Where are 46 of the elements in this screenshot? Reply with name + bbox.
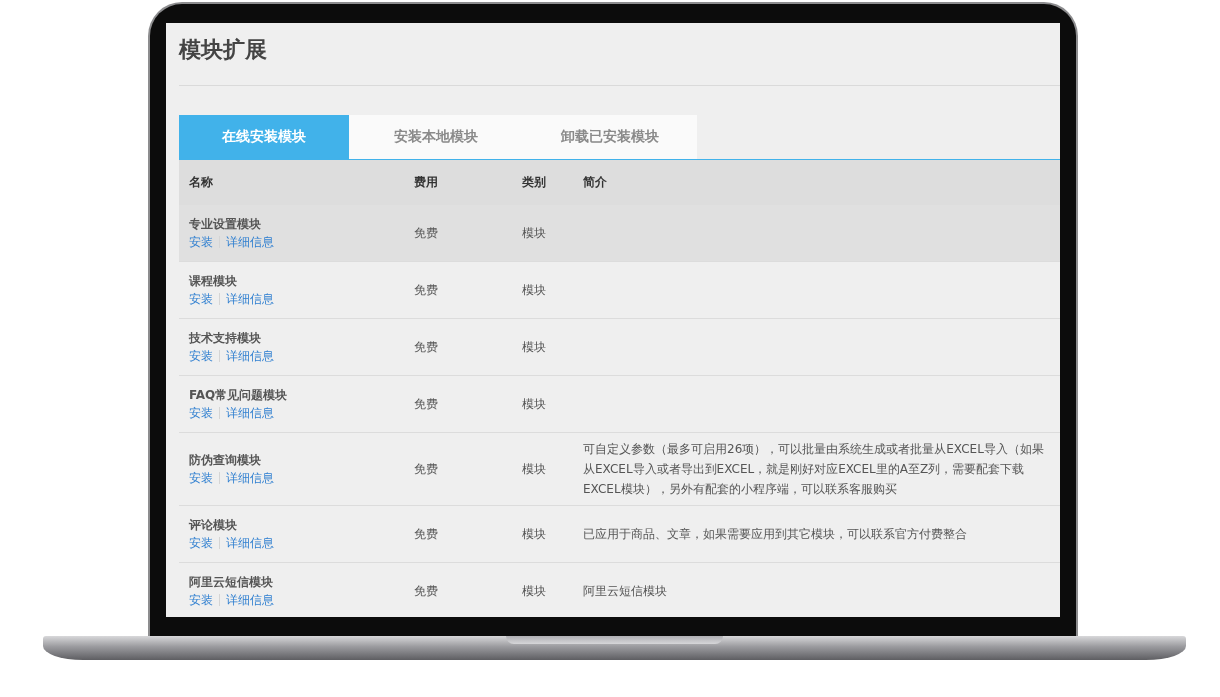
module-name: 技术支持模块	[189, 330, 262, 347]
action-link[interactable]: 安装	[189, 347, 213, 365]
column-header: 费用	[414, 174, 439, 191]
action-link[interactable]: 详细信息	[226, 347, 274, 365]
column-header: 简介	[583, 174, 608, 191]
action-link[interactable]: 详细信息	[226, 469, 274, 487]
action-link[interactable]: 详细信息	[226, 233, 274, 251]
table-cell-text: 模块	[522, 224, 547, 242]
action-link[interactable]: 详细信息	[226, 591, 274, 609]
table-cell-text: 免费	[414, 582, 439, 600]
action-link[interactable]: 安装	[189, 290, 213, 308]
column-header: 名称	[188, 174, 214, 191]
module-name: 防伪查询模块	[189, 452, 262, 469]
description-text: 已应用于商品、文章，如果需要应用到其它模块，可以联系官方付费整合	[583, 526, 968, 543]
module-name: 阿里云短信模块	[189, 574, 274, 591]
tab[interactable]: 安装本地模块	[349, 115, 523, 159]
table-cell-text: 模块	[522, 281, 547, 299]
table-cell-text: 模块	[522, 395, 547, 413]
table-cell-text: 模块	[522, 525, 547, 543]
module-name: 专业设置模块	[189, 216, 262, 233]
description-text: 可自定义参数（最多可启用26项），可以批量由系统生成或者批量从EXCEL导入（如果从EXCEL导入或者导出到EXCEL，就是刚好对应EXCEL里的A至Z列，需要配套下载EXCEL模块），另外有配套的小程序端，可以联系客服购买	[583, 441, 1045, 498]
action-link[interactable]: 详细信息	[226, 404, 274, 422]
table-cell-text: 免费	[414, 525, 439, 543]
page-title: 模块扩展	[179, 36, 268, 64]
description-text: 阿里云短信模块	[583, 583, 668, 600]
table-cell-text: 模块	[522, 338, 547, 356]
tab[interactable]: 在线安装模块	[179, 115, 349, 159]
table-cell-text: 免费	[414, 224, 439, 242]
action-link[interactable]: 安装	[189, 534, 213, 552]
module-name: 评论模块	[189, 517, 238, 534]
table-cell-text: 模块	[522, 582, 547, 600]
tab[interactable]: 卸载已安装模块	[523, 115, 697, 159]
module-name: FAQ常见问题模块	[189, 387, 289, 404]
table-cell-text: 免费	[414, 338, 439, 356]
action-link[interactable]: 安装	[189, 469, 213, 487]
module-name: 课程模块	[189, 273, 238, 290]
action-link[interactable]: 安装	[189, 591, 213, 609]
table-cell-text: 免费	[414, 395, 439, 413]
table-cell-text: 免费	[414, 281, 439, 299]
table-cell-text: 免费	[414, 460, 439, 478]
action-link[interactable]: 详细信息	[226, 290, 274, 308]
column-header: 类别	[522, 174, 547, 191]
table-cell-text: 模块	[522, 460, 547, 478]
action-link[interactable]: 详细信息	[226, 534, 274, 552]
action-link[interactable]: 安装	[189, 233, 213, 251]
action-link[interactable]: 安装	[189, 404, 213, 422]
